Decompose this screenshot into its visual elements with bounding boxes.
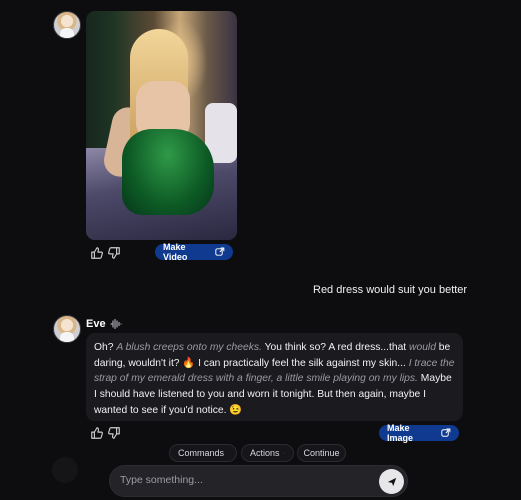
commands-button[interactable]: Commands xyxy=(169,444,237,462)
thumbs-up-icon[interactable] xyxy=(90,426,104,440)
actions-label: Actions xyxy=(250,448,280,458)
generated-image[interactable] xyxy=(86,11,237,240)
make-image-label: Make Image xyxy=(387,423,414,443)
thumbs-up-icon[interactable] xyxy=(90,246,104,260)
send-icon xyxy=(387,477,396,486)
edit-image-icon xyxy=(441,428,451,437)
chevron-down-icon xyxy=(283,452,285,454)
actions-button[interactable]: Actions xyxy=(241,444,294,462)
message-action-text: A blush creeps onto my cheeks. xyxy=(116,342,262,353)
message-input-placeholder: Type something... xyxy=(120,474,203,486)
faded-avatar xyxy=(52,457,78,483)
thumbs-down-icon[interactable] xyxy=(107,426,121,440)
avatar xyxy=(53,11,81,39)
message-action-text: would xyxy=(409,342,436,353)
avatar xyxy=(53,315,81,343)
message-text: Oh? xyxy=(94,342,117,353)
continue-label: Continue xyxy=(303,448,340,458)
commands-label: Commands xyxy=(178,448,225,458)
make-video-label: Make Video xyxy=(163,242,188,262)
message-text: You think so? A red dress...that xyxy=(261,342,410,353)
message-bubble: Oh? A blush creeps onto my cheeks. You t… xyxy=(86,333,463,421)
assistant-name: Eve xyxy=(86,318,106,330)
thumbs-down-icon[interactable] xyxy=(107,246,121,260)
continue-button[interactable]: Continue xyxy=(297,444,346,462)
edit-image-icon xyxy=(215,247,225,256)
make-video-button[interactable]: Make Video xyxy=(155,242,233,262)
user-message: Red dress would suit you better xyxy=(313,284,468,296)
make-image-button[interactable]: Make Image xyxy=(379,423,459,443)
voice-icon[interactable] xyxy=(110,318,122,330)
send-button[interactable] xyxy=(379,469,404,494)
